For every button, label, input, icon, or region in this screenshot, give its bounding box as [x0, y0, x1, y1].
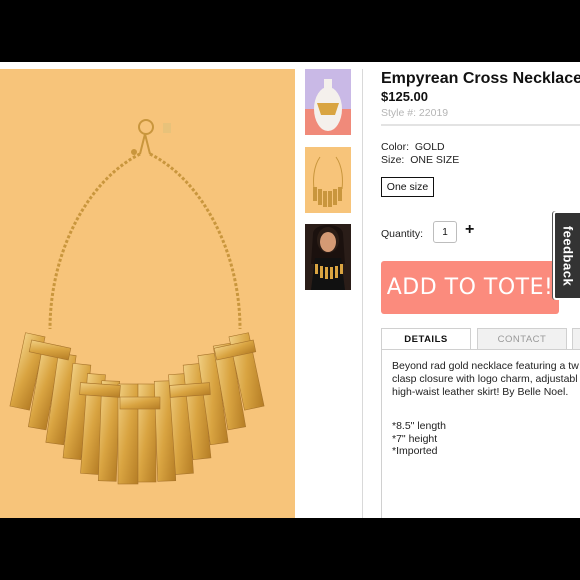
quantity-plus-button[interactable]: +	[465, 220, 474, 240]
thumbnail-necklace[interactable]	[305, 147, 351, 213]
tab-contact[interactable]: CONTACT	[477, 328, 567, 350]
spec-line: *8.5" length	[392, 420, 446, 432]
add-to-tote-button[interactable]: ADD TO TOTE!	[381, 261, 559, 314]
description-line: clasp closure with logo charm, adjustabl	[392, 373, 578, 385]
description-line: high-waist leather skirt! By Belle Noel.	[392, 386, 569, 398]
color-label: Color:	[381, 141, 410, 153]
size-option-button[interactable]: One size	[381, 177, 434, 197]
thumbnail-mannequin[interactable]	[305, 69, 351, 135]
spec-line: *Imported	[392, 445, 438, 457]
product-price: $125.00	[381, 89, 428, 104]
quantity-label: Quantity:	[381, 228, 424, 240]
size-row: Size: ONE SIZE	[381, 154, 459, 166]
thumbnail-model[interactable]	[305, 224, 351, 290]
column-divider	[362, 69, 363, 518]
tab-details[interactable]: DETAILS	[381, 328, 471, 350]
description-line: Beyond rad gold necklace featuring a tw	[392, 360, 579, 372]
quantity-input[interactable]: 1	[433, 221, 457, 243]
product-tabs: DETAILS CONTACT	[381, 328, 580, 350]
tab-more[interactable]	[572, 328, 580, 350]
product-description: Beyond rad gold necklace featuring a tw …	[392, 360, 580, 399]
feedback-tab[interactable]: feedback	[553, 211, 580, 300]
color-row: Color: GOLD	[381, 141, 445, 153]
spec-line: *7" height	[392, 432, 438, 445]
info-divider	[381, 124, 580, 126]
product-style-number: Style #: 22019	[381, 107, 449, 119]
product-main-image	[0, 69, 295, 518]
product-title: Empyrean Cross Necklace	[381, 70, 580, 87]
product-specs: *8.5" length *7" height *Imported	[392, 420, 446, 458]
details-panel: Beyond rad gold necklace featuring a tw …	[381, 349, 580, 518]
size-label: Size:	[381, 154, 405, 166]
feedback-label: feedback	[560, 225, 575, 286]
size-value: ONE SIZE	[410, 154, 460, 166]
product-page: Empyrean Cross Necklace $125.00 Style #:…	[0, 62, 580, 518]
color-value: GOLD	[414, 141, 445, 153]
